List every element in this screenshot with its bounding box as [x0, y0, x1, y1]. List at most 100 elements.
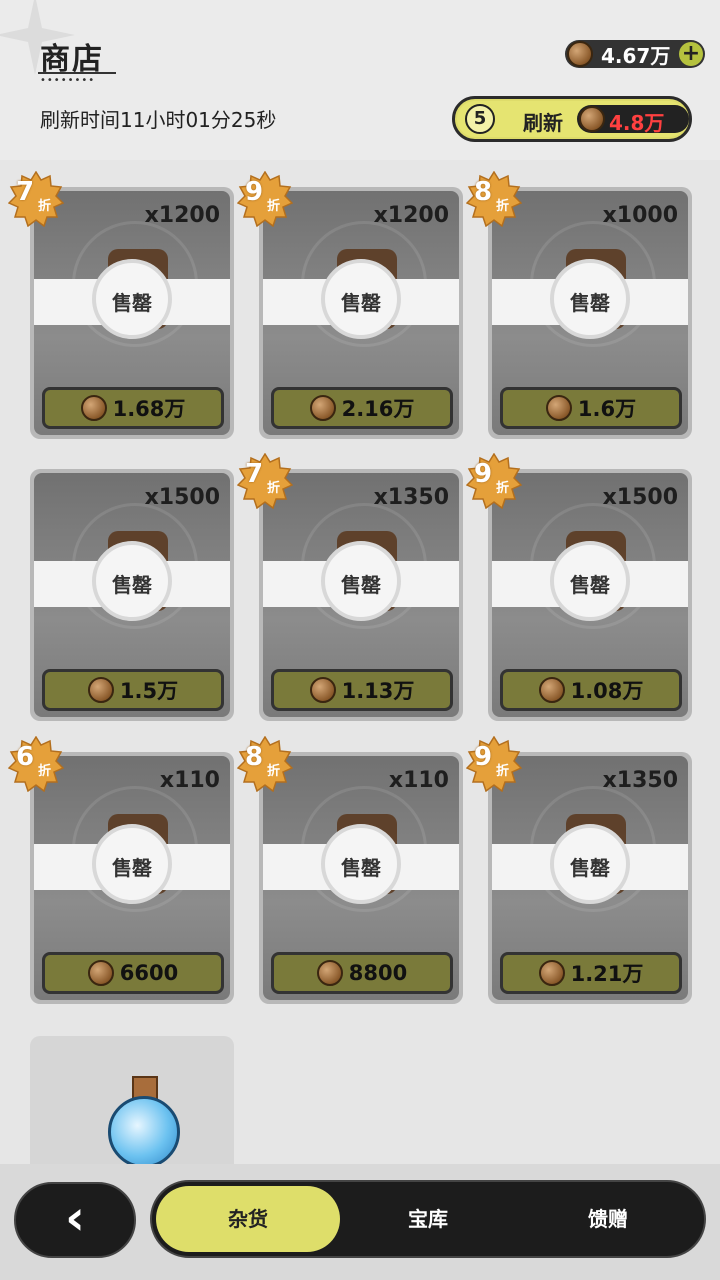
- shop-item-card[interactable]: x110 售罄 8800 8 折: [237, 736, 463, 1004]
- item-price: 1.08万: [570, 679, 644, 703]
- sold-out-label: 售罄: [112, 291, 152, 315]
- item-quantity: x1000: [602, 203, 678, 228]
- shop-item-card[interactable]: x1500 售罄 1.08万 9 折: [466, 453, 692, 721]
- buy-button[interactable]: 1.6万: [500, 387, 682, 429]
- back-button[interactable]: ‹: [14, 1182, 136, 1258]
- shop-item-card[interactable]: x1350 售罄 1.13万 7 折: [237, 453, 463, 721]
- discount-value: 9: [474, 742, 493, 772]
- refresh-count-icon: 5: [465, 104, 495, 134]
- sold-out-label: 售罄: [112, 573, 152, 597]
- buy-button[interactable]: 1.21万: [500, 952, 682, 994]
- item-price: 6600: [119, 961, 179, 985]
- discount-suffix: 折: [267, 199, 281, 214]
- buy-button[interactable]: 1.5万: [42, 669, 224, 711]
- discount-badge: 7 折: [237, 453, 293, 509]
- card-body: x1000 售罄 1.6万: [492, 191, 688, 435]
- buy-button[interactable]: 2.16万: [271, 387, 453, 429]
- sold-out-label: 售罄: [570, 573, 610, 597]
- discount-value: 7: [16, 177, 35, 207]
- discount-suffix: 折: [496, 481, 510, 496]
- sold-out-label: 售罄: [341, 856, 381, 880]
- title-dots: ••••••••: [40, 75, 96, 86]
- discount-value: 7: [245, 459, 264, 489]
- refresh-cost-amount: 4.8万: [609, 111, 665, 135]
- shop-item-card-partial[interactable]: [30, 1036, 234, 1176]
- coin-icon: [538, 960, 565, 986]
- add-currency-button[interactable]: +: [679, 42, 703, 66]
- card-body: x1200 售罄 1.68万: [34, 191, 230, 435]
- item-quantity: x1500: [144, 485, 220, 510]
- card-body: x1500 售罄 1.08万: [492, 473, 688, 717]
- tab-groceries[interactable]: 杂货: [156, 1186, 340, 1252]
- item-quantity: x1200: [373, 203, 449, 228]
- discount-badge: 8 折: [466, 171, 522, 227]
- card-body: x1350 售罄 1.21万: [492, 756, 688, 1000]
- card-body: x1350 售罄 1.13万: [263, 473, 459, 717]
- item-price: 1.5万: [119, 679, 179, 703]
- shop-item-card[interactable]: x1500 售罄 1.5万: [30, 469, 234, 721]
- discount-suffix: 折: [38, 199, 52, 214]
- item-price: 1.21万: [570, 962, 644, 986]
- buy-button[interactable]: 1.68万: [42, 387, 224, 429]
- discount-badge: 9 折: [466, 736, 522, 792]
- tab-treasury[interactable]: 宝库: [348, 1182, 508, 1256]
- refresh-cost: 4.8万: [577, 105, 689, 135]
- coin-icon: [316, 960, 343, 986]
- sold-out-label: 售罄: [341, 573, 381, 597]
- discount-badge: 9 折: [466, 453, 522, 509]
- coin-icon: [538, 677, 565, 703]
- discount-badge: 6 折: [8, 736, 64, 792]
- currency-amount: 4.67万: [601, 43, 671, 68]
- item-quantity: x1500: [602, 485, 678, 510]
- buy-button[interactable]: 8800: [271, 952, 453, 994]
- card-body: x110 售罄 6600: [34, 756, 230, 1000]
- card-body: x110 售罄 8800: [263, 756, 459, 1000]
- shop-item-card[interactable]: x110 售罄 6600 6 折: [8, 736, 234, 1004]
- coin-icon: [80, 395, 107, 421]
- discount-value: 8: [474, 177, 493, 207]
- shop-header: 商店 •••••••• 刷新时间11小时01分25秒 4.67万 + 5 刷新 …: [0, 0, 720, 160]
- item-quantity: x1200: [144, 203, 220, 228]
- item-quantity: x110: [159, 768, 220, 793]
- coin-icon: [87, 960, 114, 986]
- shop-item-card[interactable]: x1350 售罄 1.21万 9 折: [466, 736, 692, 1004]
- potion-icon: [108, 1096, 180, 1168]
- item-price: 2.16万: [341, 397, 415, 421]
- chevron-left-icon: ‹: [65, 1190, 85, 1246]
- discount-badge: 8 折: [237, 736, 293, 792]
- discount-value: 6: [16, 742, 35, 772]
- sold-out-label: 售罄: [112, 856, 152, 880]
- discount-value: 8: [245, 742, 264, 772]
- coin-icon: [579, 106, 605, 132]
- coin-icon: [309, 677, 336, 703]
- currency-display: 4.67万 +: [565, 40, 705, 68]
- discount-suffix: 折: [267, 481, 281, 496]
- shop-item-card[interactable]: x1000 售罄 1.6万 8 折: [466, 171, 692, 439]
- item-price: 8800: [348, 961, 408, 985]
- refresh-button[interactable]: 5 刷新 4.8万: [452, 96, 692, 142]
- discount-badge: 9 折: [237, 171, 293, 227]
- discount-suffix: 折: [496, 764, 510, 779]
- sold-out-label: 售罄: [570, 856, 610, 880]
- buy-button[interactable]: 1.13万: [271, 669, 453, 711]
- discount-suffix: 折: [38, 764, 52, 779]
- discount-value: 9: [245, 177, 264, 207]
- card-body: x1200 售罄 2.16万: [263, 191, 459, 435]
- coin-icon: [87, 677, 114, 703]
- item-quantity: x1350: [602, 768, 678, 793]
- title-underline: [38, 72, 116, 74]
- item-price: 1.13万: [341, 679, 415, 703]
- item-price: 1.6万: [577, 397, 637, 421]
- discount-suffix: 折: [267, 764, 281, 779]
- shop-item-card[interactable]: x1200 售罄 2.16万 9 折: [237, 171, 463, 439]
- shop-item-card[interactable]: x1200 售罄 1.68万 7 折: [8, 171, 234, 439]
- discount-badge: 7 折: [8, 171, 64, 227]
- tab-bar: 杂货 宝库 馈赠: [150, 1180, 706, 1258]
- discount-suffix: 折: [496, 199, 510, 214]
- buy-button[interactable]: 1.08万: [500, 669, 682, 711]
- item-price: 1.68万: [112, 397, 186, 421]
- refresh-label: 刷新: [523, 111, 563, 135]
- coin-icon: [567, 41, 593, 67]
- buy-button[interactable]: 6600: [42, 952, 224, 994]
- tab-gifts[interactable]: 馈赠: [528, 1182, 688, 1256]
